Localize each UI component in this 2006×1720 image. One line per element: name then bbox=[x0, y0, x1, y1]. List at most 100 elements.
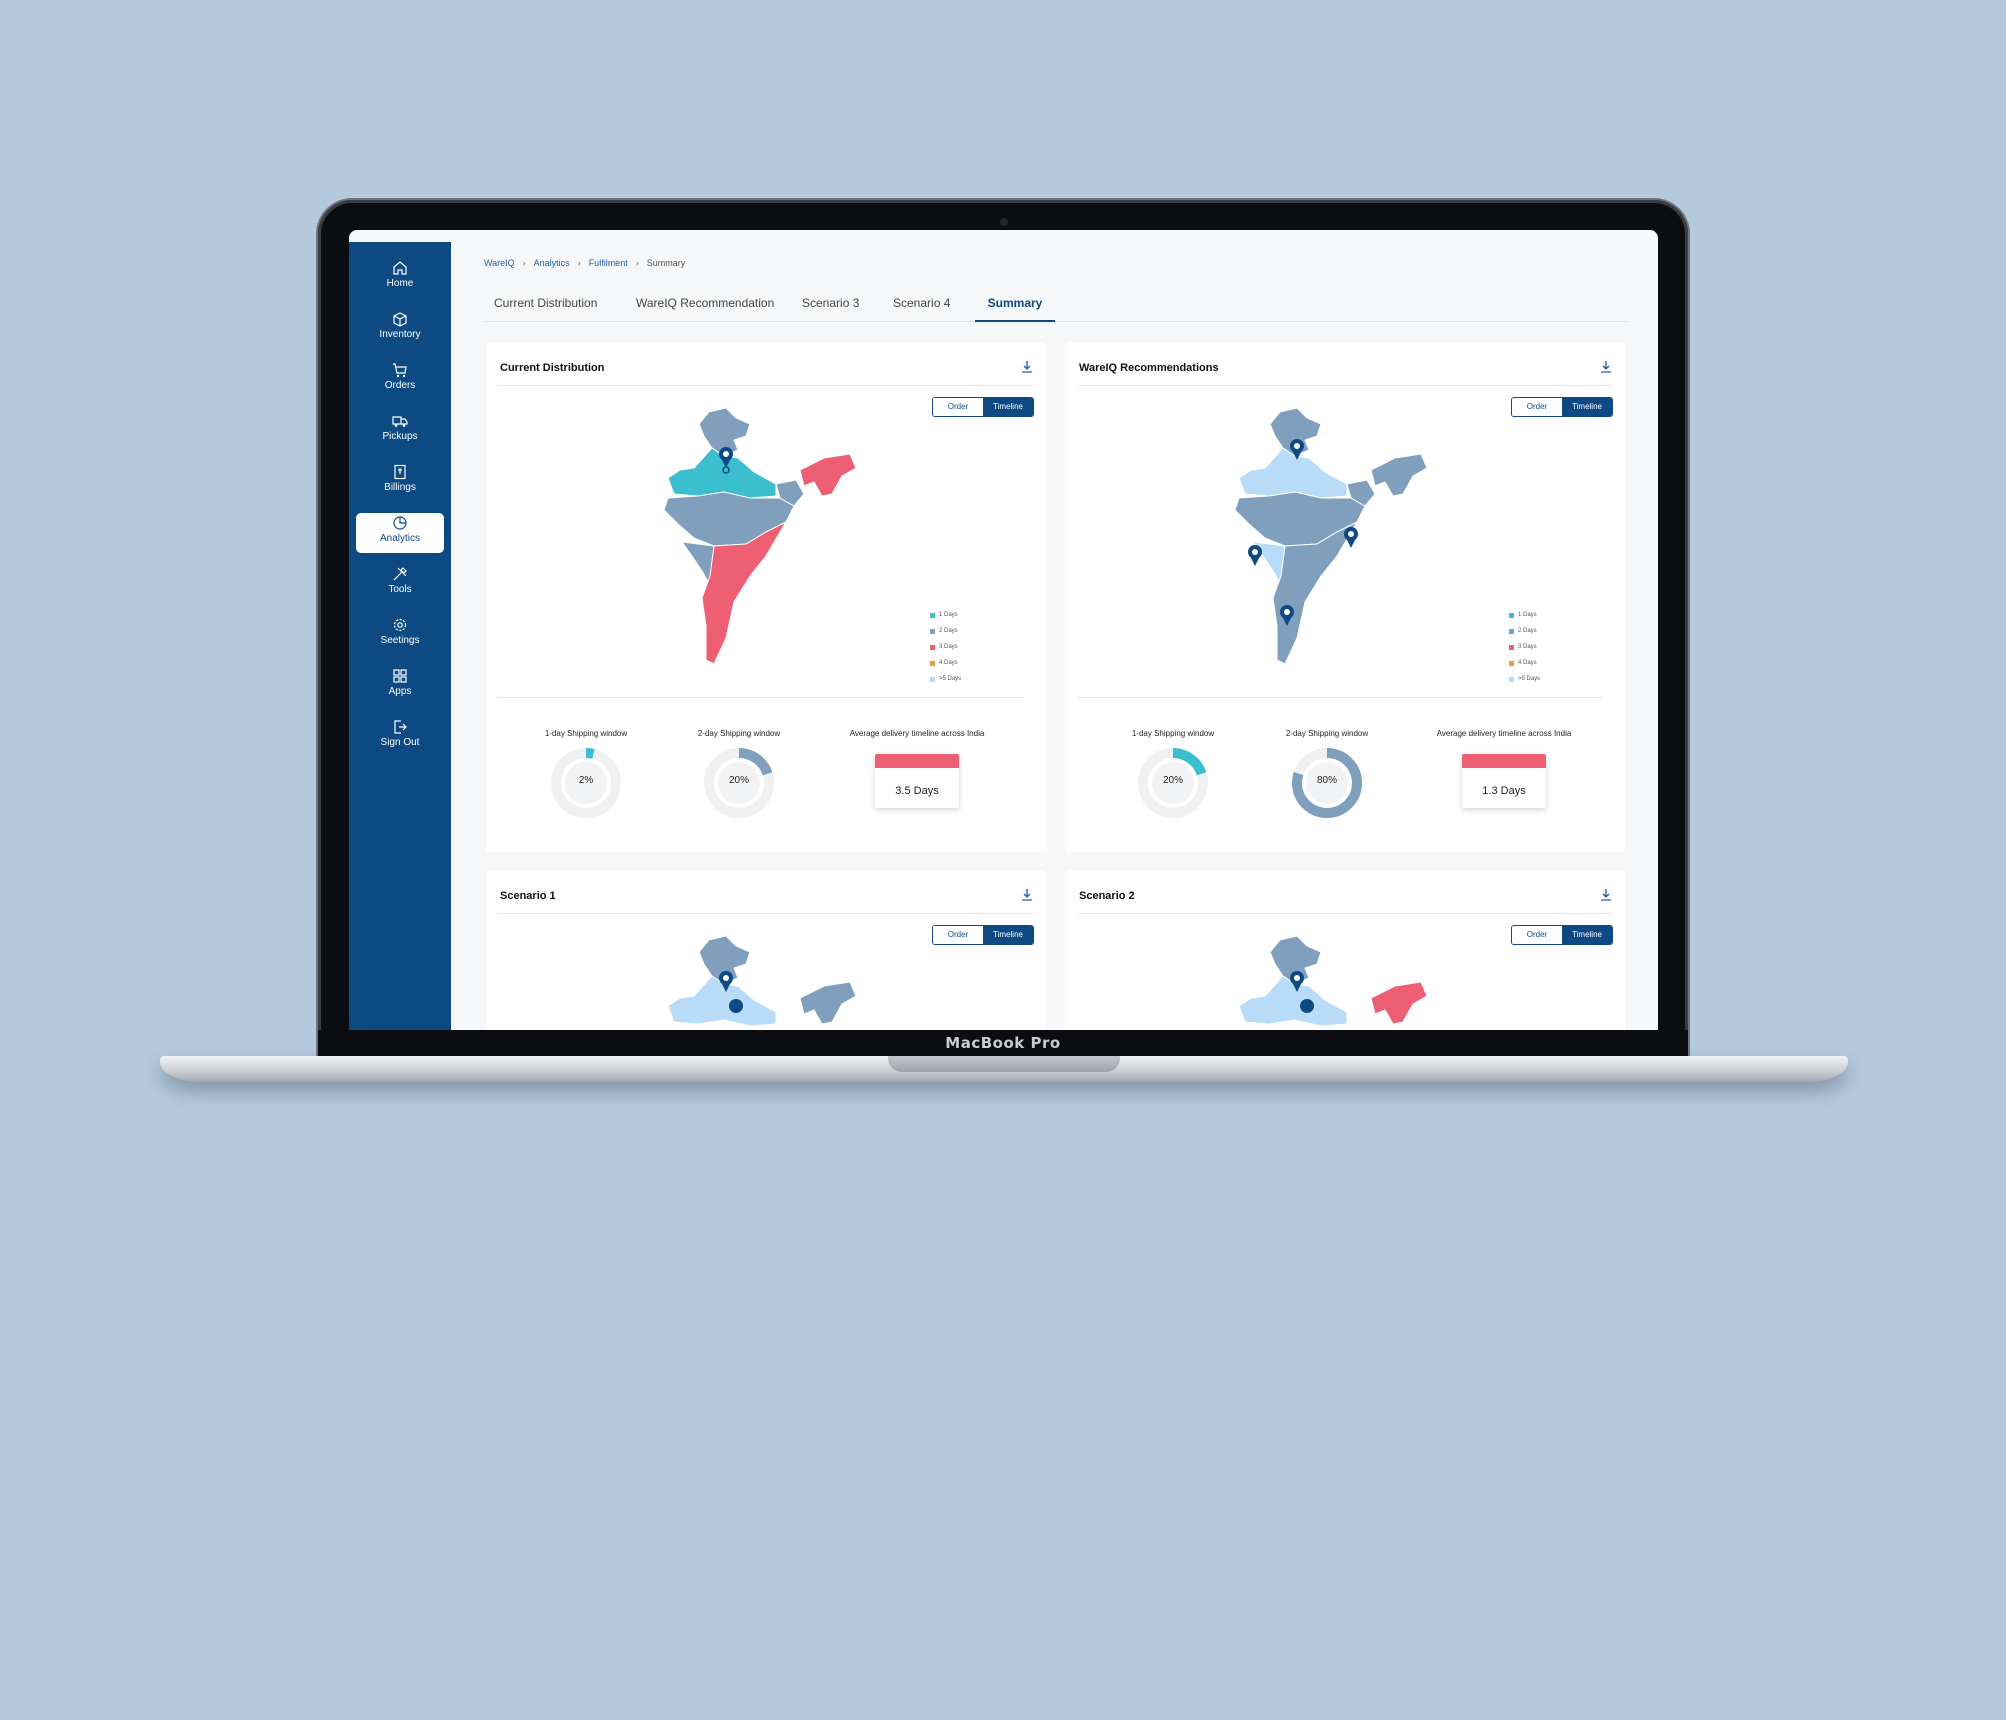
divider bbox=[1077, 913, 1613, 914]
metric-label: 1-day Shipping window bbox=[544, 729, 628, 738]
avg-delivery-box: 3.5 Days bbox=[875, 754, 959, 808]
order-timeline-toggle: Order Timeline bbox=[1511, 397, 1613, 417]
legend-item: 3 Days bbox=[1509, 639, 1540, 655]
bill-icon bbox=[392, 464, 408, 480]
home-icon bbox=[392, 260, 408, 276]
warehouse-pin bbox=[729, 999, 743, 1013]
map-region-north-plains bbox=[1238, 447, 1348, 499]
legend: 1 Days 2 Days 3 Days 4 Days >5 Days bbox=[1509, 607, 1540, 687]
donut-value: 20% bbox=[728, 775, 749, 786]
sidebar-item-orders[interactable]: Orders bbox=[356, 360, 444, 400]
breadcrumb-link[interactable]: Fulfilment bbox=[589, 258, 628, 268]
tab-current-distribution[interactable]: Current Distribution bbox=[494, 296, 597, 322]
grid-icon bbox=[392, 668, 408, 684]
download-icon[interactable] bbox=[1599, 888, 1613, 902]
avg-delivery-value: 1.3 Days bbox=[1482, 785, 1526, 797]
sidebar-item-sign-out[interactable]: Sign Out bbox=[356, 717, 444, 757]
tab-scenario-3[interactable]: Scenario 3 bbox=[802, 296, 859, 322]
warehouse-pin bbox=[1344, 527, 1358, 548]
divider bbox=[1077, 385, 1613, 386]
order-timeline-toggle: Order Timeline bbox=[932, 397, 1034, 417]
legend-item: 3 Days bbox=[930, 639, 961, 655]
breadcrumb: WareIQ › Analytics › Fulfilment › Summary bbox=[484, 258, 685, 268]
sidebar-item-label: Pickups bbox=[382, 431, 418, 442]
legend-item: 4 Days bbox=[1509, 655, 1540, 671]
sidebar-item-billings[interactable]: Billings bbox=[356, 462, 444, 502]
legend-item: 2 Days bbox=[930, 623, 961, 639]
current-distribution-card: Current Distribution Order Timeline 1 Da… bbox=[486, 342, 1046, 852]
toggle-timeline[interactable]: Timeline bbox=[1562, 926, 1612, 944]
india-map bbox=[663, 407, 857, 665]
map-region-northeast bbox=[1370, 453, 1428, 497]
sidebar-item-settings[interactable]: Seetings bbox=[356, 615, 444, 655]
avg-delivery-value: 3.5 Days bbox=[895, 785, 939, 797]
truck-icon bbox=[392, 413, 408, 429]
india-map bbox=[667, 935, 857, 1027]
donut-value: 2% bbox=[578, 775, 594, 786]
sidebar-item-label: Apps bbox=[388, 686, 412, 697]
one-day-donut: 20% bbox=[1137, 747, 1209, 819]
card-title: WareIQ Recommendations bbox=[1079, 362, 1219, 374]
legend-item: 4 Days bbox=[930, 655, 961, 671]
avg-delivery-bar bbox=[875, 754, 959, 768]
sidebar-item-label: Seetings bbox=[380, 635, 420, 646]
toggle-order[interactable]: Order bbox=[1512, 926, 1562, 944]
gear-icon bbox=[392, 617, 408, 633]
legend-item: >5 Days bbox=[930, 671, 961, 687]
sidebar-item-apps[interactable]: Apps bbox=[356, 666, 444, 706]
donut-value: 20% bbox=[1162, 775, 1183, 786]
metric-label: 2-day Shipping window bbox=[697, 729, 781, 738]
sidebar-item-inventory[interactable]: Inventory bbox=[356, 309, 444, 349]
india-map bbox=[1238, 935, 1428, 1027]
warehouse-pin bbox=[1248, 545, 1262, 566]
legend-item: 2 Days bbox=[1509, 623, 1540, 639]
sidebar-item-pickups[interactable]: Pickups bbox=[356, 411, 444, 451]
laptop-chin: MacBook Pro bbox=[318, 1030, 1688, 1056]
legend-item: 1 Days bbox=[930, 607, 961, 623]
map-region-northeast bbox=[799, 453, 857, 497]
card-title: Current Distribution bbox=[500, 362, 605, 374]
order-timeline-toggle: Order Timeline bbox=[1511, 925, 1613, 945]
sidebar-item-label: Inventory bbox=[379, 329, 421, 340]
sidebar-item-label: Analytics bbox=[379, 533, 420, 544]
toggle-timeline[interactable]: Timeline bbox=[1562, 398, 1612, 416]
divider bbox=[498, 913, 1034, 914]
breadcrumb-link[interactable]: Analytics bbox=[534, 258, 570, 268]
tools-icon bbox=[392, 566, 408, 582]
box-icon bbox=[392, 311, 408, 327]
sidebar-item-label: Tools bbox=[388, 584, 412, 595]
toggle-order[interactable]: Order bbox=[933, 926, 983, 944]
sidebar-item-label: Sign Out bbox=[380, 737, 420, 748]
breadcrumb-link[interactable]: WareIQ bbox=[484, 258, 515, 268]
divider bbox=[498, 385, 1034, 386]
toggle-order[interactable]: Order bbox=[1512, 398, 1562, 416]
sidebar-item-analytics[interactable]: Analytics bbox=[356, 513, 444, 553]
download-icon[interactable] bbox=[1599, 360, 1613, 374]
laptop-notch bbox=[888, 1056, 1120, 1072]
warehouse-pin bbox=[1300, 999, 1314, 1013]
sidebar-item-tools[interactable]: Tools bbox=[356, 564, 444, 604]
download-icon[interactable] bbox=[1020, 888, 1034, 902]
tab-bar: Current Distribution WareIQ Recommendati… bbox=[484, 296, 1628, 322]
download-icon[interactable] bbox=[1020, 360, 1034, 374]
sidebar-item-home[interactable]: Home bbox=[356, 258, 444, 298]
chevron-right-icon: › bbox=[522, 258, 526, 268]
one-day-donut: 2% bbox=[550, 747, 622, 819]
pie-chart-icon bbox=[392, 515, 408, 531]
cart-icon bbox=[392, 362, 408, 378]
tab-scenario-4[interactable]: Scenario 4 bbox=[893, 296, 950, 322]
toggle-timeline[interactable]: Timeline bbox=[983, 398, 1033, 416]
tab-summary[interactable]: Summary bbox=[975, 296, 1055, 322]
divider bbox=[1077, 697, 1603, 698]
toggle-order[interactable]: Order bbox=[933, 398, 983, 416]
avg-delivery-box: 1.3 Days bbox=[1462, 754, 1546, 808]
donut-value: 80% bbox=[1316, 775, 1337, 786]
legend-item: 1 Days bbox=[1509, 607, 1540, 623]
toggle-timeline[interactable]: Timeline bbox=[983, 926, 1033, 944]
tab-wareiq-recommendation[interactable]: WareIQ Recommendation bbox=[636, 296, 774, 322]
divider bbox=[498, 697, 1024, 698]
order-timeline-toggle: Order Timeline bbox=[932, 925, 1034, 945]
scenario-2-card: Scenario 2 Order Timeline bbox=[1065, 870, 1625, 1030]
app-screen: Home Inventory Orders Pickups Billings A… bbox=[349, 230, 1658, 1030]
metric-label: 1-day Shipping window bbox=[1131, 729, 1215, 738]
